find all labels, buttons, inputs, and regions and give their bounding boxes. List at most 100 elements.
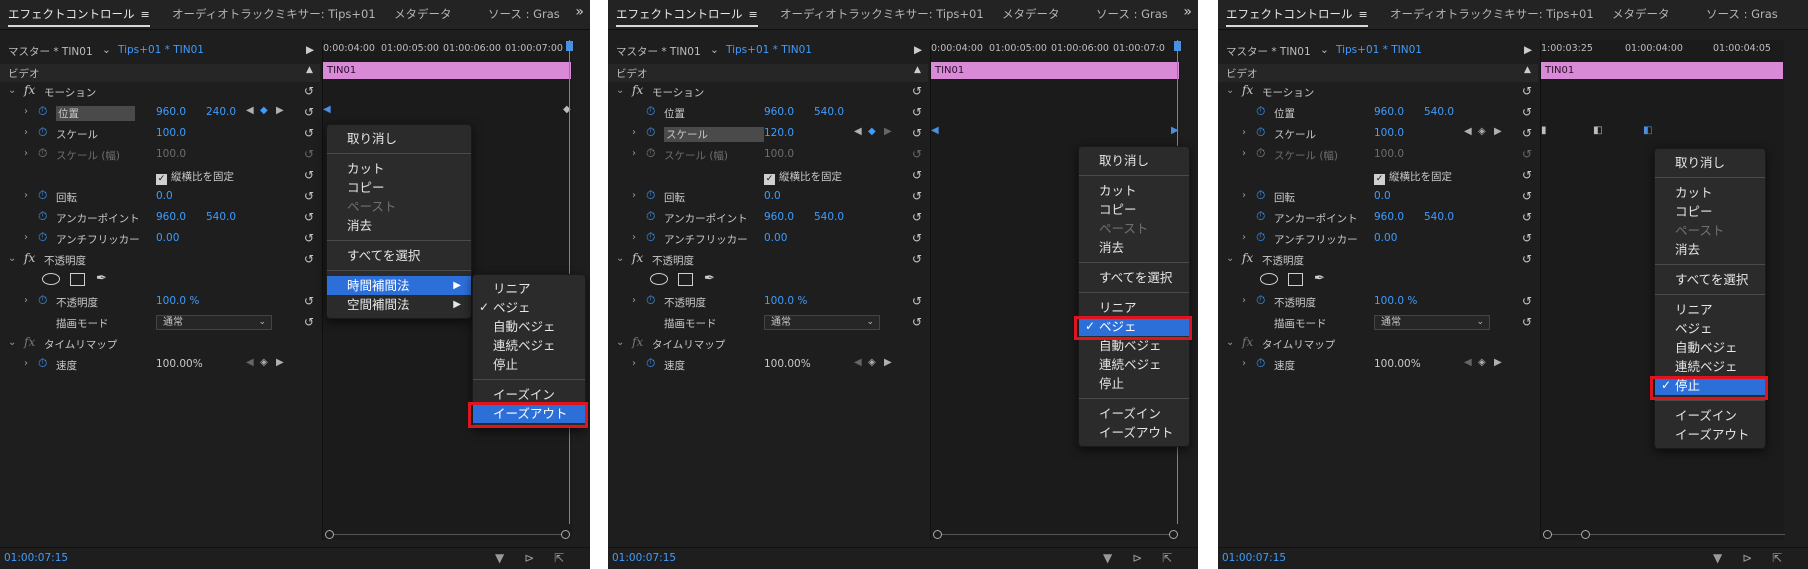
twirl-right-icon[interactable]: › bbox=[1242, 127, 1246, 138]
stopwatch-icon[interactable]: ⏱ bbox=[646, 230, 655, 245]
scale-row[interactable]: › ⏱ スケール 100.0 ◀ ◈ ▶ ↺ bbox=[1218, 124, 1538, 144]
filter-icons[interactable]: ▼ ⊳ ⇱ bbox=[495, 551, 572, 565]
twirl-down-icon[interactable]: ⌄ bbox=[616, 85, 624, 96]
current-timecode[interactable]: 01:00:07:15 bbox=[612, 552, 676, 564]
master-clip-label[interactable]: マスター * TIN01 bbox=[1226, 44, 1311, 59]
next-keyframe-icon[interactable]: ▶ bbox=[1494, 126, 1502, 137]
opacity-row[interactable]: › ⏱ 不透明度 100.0 % ↺ bbox=[0, 292, 320, 312]
stopwatch-icon[interactable]: ⏱ bbox=[38, 188, 47, 203]
pen-mask-icon[interactable]: ✒ bbox=[704, 271, 715, 286]
zoom-handle-left[interactable] bbox=[933, 530, 942, 539]
opacity-group-row[interactable]: ⌄ fx 不透明度 ↺ bbox=[608, 250, 928, 270]
play-triangle-icon[interactable]: ▶ bbox=[306, 44, 314, 56]
twirl-right-icon[interactable]: › bbox=[24, 127, 28, 138]
playhead-handle[interactable] bbox=[566, 41, 573, 51]
flicker-row[interactable]: › ⏱ アンチフリッカー 0.00 ↺ bbox=[0, 229, 320, 249]
panel-menu-icon[interactable]: ≡ bbox=[749, 8, 758, 21]
timeline-zoom-bar[interactable] bbox=[1543, 530, 1785, 544]
fx-badge[interactable]: fx bbox=[1242, 83, 1253, 97]
motion-row[interactable]: ⌄ fx モーション ↺ bbox=[0, 82, 320, 102]
pen-mask-icon[interactable]: ✒ bbox=[1314, 271, 1325, 286]
collapse-up-icon[interactable]: ▲ bbox=[914, 65, 921, 75]
master-clip-label[interactable]: マスター * TIN01 bbox=[8, 44, 93, 59]
twirl-right-icon[interactable]: › bbox=[24, 148, 28, 159]
rotation-value[interactable]: 0.0 bbox=[1374, 190, 1391, 202]
stopwatch-icon[interactable]: ⏱ bbox=[38, 293, 47, 308]
anchor-x-value[interactable]: 960.0 bbox=[156, 211, 186, 223]
reset-icon[interactable]: ↺ bbox=[912, 252, 922, 266]
opacity-group-row[interactable]: ⌄ fx 不透明度 ↺ bbox=[1218, 250, 1538, 270]
stopwatch-icon[interactable]: ⏱ bbox=[1256, 188, 1265, 203]
menu-item-auto-bezier[interactable]: 自動ベジェ bbox=[473, 317, 585, 336]
rectangle-mask-icon[interactable] bbox=[70, 273, 85, 286]
add-keyframe-icon[interactable]: ◆ bbox=[260, 105, 268, 116]
playhead-handle[interactable] bbox=[1174, 41, 1181, 51]
opacity-row[interactable]: › ⏱ 不透明度 100.0 % ↺ bbox=[608, 292, 928, 312]
stopwatch-icon[interactable]: ⏱ bbox=[646, 125, 655, 140]
prev-keyframe-icon[interactable]: ◀ bbox=[246, 105, 254, 116]
chevron-down-icon[interactable]: ⌄ bbox=[710, 44, 719, 56]
fx-badge[interactable]: fx bbox=[632, 251, 643, 265]
sequence-clip-label[interactable]: Tips+01 * TIN01 bbox=[1336, 44, 1422, 56]
rotation-row[interactable]: › ⏱ 回転 0.0 ↺ bbox=[0, 187, 320, 207]
twirl-right-icon[interactable]: › bbox=[24, 190, 28, 201]
menu-item-hold[interactable]: 停止 bbox=[473, 355, 585, 374]
rectangle-mask-icon[interactable] bbox=[678, 273, 693, 286]
reset-icon[interactable]: ↺ bbox=[304, 126, 314, 140]
pen-mask-icon[interactable]: ✒ bbox=[96, 271, 107, 286]
anchor-x-value[interactable]: 960.0 bbox=[764, 211, 794, 223]
prev-keyframe-icon[interactable]: ◀ bbox=[246, 357, 254, 368]
chevron-down-icon[interactable]: ⌄ bbox=[102, 44, 111, 56]
scale-value[interactable]: 100.0 bbox=[1374, 127, 1404, 139]
twirl-right-icon[interactable]: › bbox=[632, 232, 636, 243]
speed-row[interactable]: › ⏱ 速度 100.00% ◀ ◈ ▶ bbox=[608, 355, 928, 375]
reset-icon[interactable]: ↺ bbox=[1522, 231, 1532, 245]
stopwatch-icon[interactable]: ⏱ bbox=[646, 356, 655, 371]
anchor-y-value[interactable]: 540.0 bbox=[1424, 211, 1454, 223]
keyframe-icon[interactable]: ◀ bbox=[931, 125, 939, 136]
menu-item-cut[interactable]: カット bbox=[327, 159, 471, 178]
flicker-value[interactable]: 0.00 bbox=[764, 232, 787, 244]
twirl-right-icon[interactable]: › bbox=[1242, 358, 1246, 369]
timeline-zoom-bar[interactable] bbox=[325, 530, 570, 544]
ellipse-mask-icon[interactable] bbox=[650, 273, 668, 285]
menu-item-undo[interactable]: 取り消し bbox=[1079, 151, 1189, 170]
stopwatch-icon[interactable]: ⏱ bbox=[646, 104, 655, 119]
menu-item-copy[interactable]: コピー bbox=[1079, 200, 1189, 219]
menu-item-copy[interactable]: コピー bbox=[1655, 202, 1765, 221]
time-remap-row[interactable]: ⌄ fx タイムリマップ bbox=[608, 334, 928, 354]
reset-icon[interactable]: ↺ bbox=[912, 105, 922, 119]
menu-item-ease-out[interactable]: イーズアウト bbox=[1079, 423, 1189, 442]
position-y-value[interactable]: 540.0 bbox=[814, 106, 844, 118]
current-timecode[interactable]: 01:00:07:15 bbox=[1222, 552, 1286, 564]
motion-row[interactable]: ⌄ fx モーション ↺ bbox=[1218, 82, 1538, 102]
reset-icon[interactable]: ↺ bbox=[1522, 126, 1532, 140]
menu-item-undo[interactable]: 取り消し bbox=[1655, 153, 1765, 172]
clip-bar[interactable]: TIN01 bbox=[1541, 62, 1783, 79]
opacity-group-row[interactable]: ⌄ fx 不透明度 ↺ bbox=[0, 250, 320, 270]
twirl-right-icon[interactable]: › bbox=[632, 190, 636, 201]
reset-icon[interactable]: ↺ bbox=[912, 231, 922, 245]
uniform-scale-checkbox[interactable]: ✓ 縦横比を固定 bbox=[156, 169, 234, 185]
position-row[interactable]: ⏱ 位置 960.0 540.0 ↺ bbox=[1218, 103, 1538, 123]
reset-icon[interactable]: ↺ bbox=[912, 189, 922, 203]
tab-effect-controls[interactable]: エフェクトコントロール ≡ bbox=[8, 6, 150, 27]
menu-item-continuous-bezier[interactable]: 連続ベジェ bbox=[473, 336, 585, 355]
next-keyframe-icon[interactable]: ▶ bbox=[1494, 357, 1502, 368]
reset-icon[interactable]: ↺ bbox=[1522, 105, 1532, 119]
motion-row[interactable]: ⌄ fx モーション ↺ bbox=[608, 82, 928, 102]
twirl-right-icon[interactable]: › bbox=[24, 106, 28, 117]
speed-value[interactable]: 100.00% bbox=[1374, 358, 1421, 370]
stopwatch-icon[interactable]: ⏱ bbox=[1256, 125, 1265, 140]
clip-bar[interactable]: TIN01 bbox=[323, 62, 571, 79]
reset-icon[interactable]: ↺ bbox=[1522, 84, 1532, 98]
fx-badge[interactable]: fx bbox=[632, 335, 643, 349]
menu-item-linear[interactable]: リニア bbox=[1079, 298, 1189, 317]
menu-item-select-all[interactable]: すべてを選択 bbox=[1079, 268, 1189, 287]
reset-icon[interactable]: ↺ bbox=[1522, 189, 1532, 203]
reset-icon[interactable]: ↺ bbox=[304, 252, 314, 266]
position-x-value[interactable]: 960.0 bbox=[764, 106, 794, 118]
scale-value[interactable]: 120.0 bbox=[764, 127, 794, 139]
twirl-down-icon[interactable]: ⌄ bbox=[8, 253, 16, 264]
next-keyframe-icon[interactable]: ▶ bbox=[884, 126, 892, 137]
